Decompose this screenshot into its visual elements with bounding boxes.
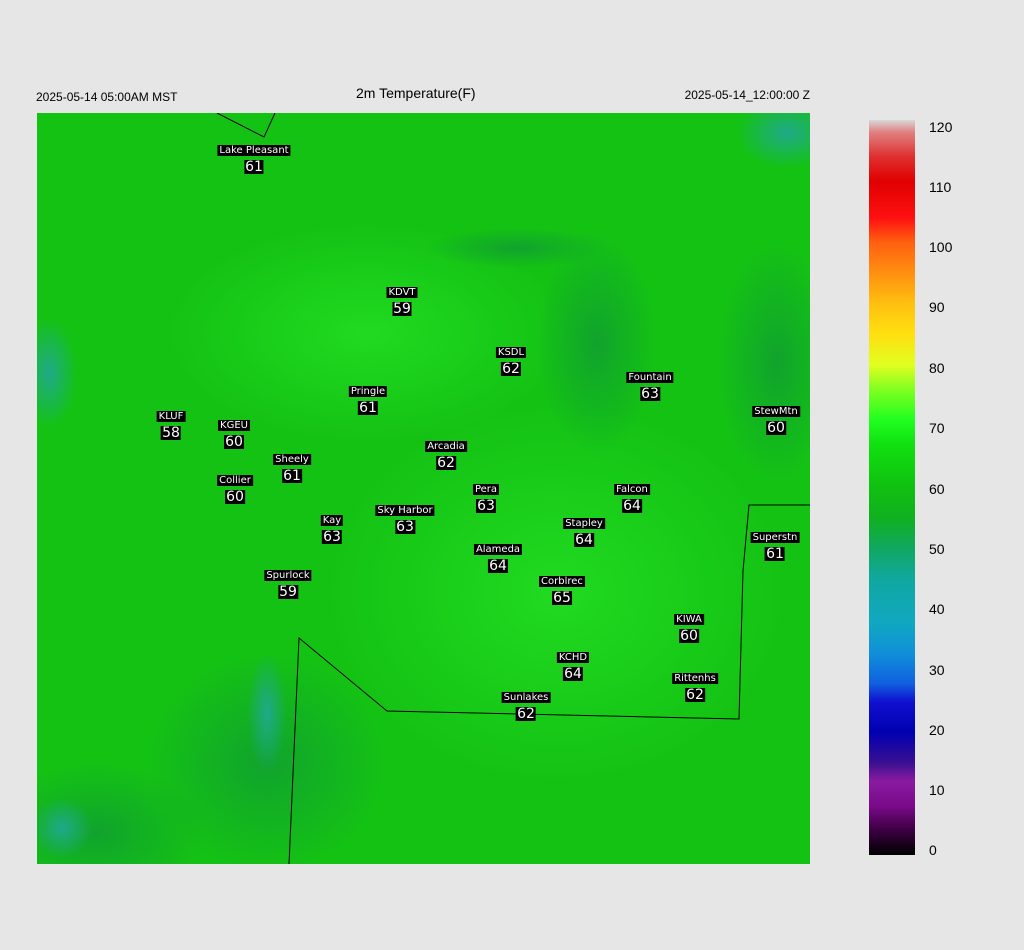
teal-area (247, 653, 287, 773)
station-marker: KCHD 64 (556, 647, 590, 682)
station-name: KDVT (386, 287, 418, 298)
station-name: Rittenhs (672, 673, 718, 684)
station-value: 63 (322, 529, 342, 545)
station-name: Spurlock (264, 570, 312, 581)
colorbar-tick: 40 (929, 601, 945, 617)
station-name: Pera (472, 484, 500, 495)
station-marker: KGEU 60 (218, 415, 250, 449)
station-name: Alameda (473, 544, 523, 555)
station-name: Kay (320, 515, 344, 526)
station-value: 64 (488, 558, 508, 574)
colorbar-tick: 20 (929, 722, 945, 738)
station-marker: Fountain 63 (626, 367, 674, 402)
station-name: Pringle (348, 386, 388, 397)
station-name: Stapley (563, 518, 605, 529)
station-name: KSDL (495, 347, 527, 358)
station-value: 63 (395, 519, 415, 535)
station-value: 63 (640, 386, 660, 402)
station-marker: Kay 63 (320, 510, 344, 545)
station-value: 62 (501, 361, 521, 377)
local-time-label: 2025-05-14 05:00AM MST (36, 90, 178, 104)
station-marker: Corblrec 65 (539, 571, 585, 605)
station-marker: Collier 60 (217, 470, 253, 504)
station-value: 65 (552, 590, 572, 606)
colorbar-tick: 50 (929, 541, 945, 557)
station-marker: KSDL 62 (495, 342, 527, 377)
station-value: 60 (224, 434, 244, 450)
colorbar-tick: 90 (929, 299, 945, 315)
colorbar-tick: 0 (929, 842, 937, 858)
station-marker: KLUF 58 (156, 406, 186, 441)
colorbar-tick: 70 (929, 420, 945, 436)
station-name: KIWA (674, 614, 704, 625)
station-value: 62 (436, 455, 456, 471)
station-value: 59 (278, 584, 298, 600)
map-title: 2m Temperature(F) (356, 85, 476, 101)
station-name: Fountain (626, 372, 674, 383)
station-name: Sheely (273, 454, 311, 465)
station-marker: Rittenhs 62 (672, 668, 718, 702)
station-name: Falcon (614, 484, 650, 495)
station-name: StewMtn (752, 406, 800, 417)
station-name: KLUF (156, 411, 186, 422)
station-value: 61 (765, 546, 785, 562)
station-name: Arcadia (425, 441, 467, 452)
station-name: KGEU (218, 420, 250, 431)
station-marker: Pera 63 (472, 479, 500, 514)
station-name: KCHD (556, 652, 590, 663)
station-name: Superstn (750, 532, 800, 543)
temperature-map (37, 113, 810, 864)
station-value: 63 (476, 498, 496, 514)
station-marker: Spurlock 59 (264, 565, 312, 600)
colorbar-tick: 110 (929, 179, 952, 195)
station-name: Lake Pleasant (217, 145, 291, 156)
station-value: 62 (516, 706, 536, 722)
station-value: 60 (679, 628, 699, 644)
station-value: 61 (358, 400, 378, 416)
colorbar-tick: 30 (929, 662, 945, 678)
colorbar-tick: 100 (929, 239, 953, 255)
station-value: 64 (574, 532, 594, 548)
station-marker: Sheely 61 (273, 449, 311, 483)
station-marker: Superstn 61 (750, 527, 800, 562)
colorbar-tick: 60 (929, 481, 945, 497)
station-marker: Pringle 61 (348, 381, 388, 416)
station-value: 61 (244, 159, 264, 175)
station-marker: Stapley 64 (563, 513, 605, 547)
colorbar (869, 120, 915, 855)
station-name: Corblrec (539, 576, 585, 587)
colorbar-tick: 10 (929, 782, 945, 798)
station-value: 62 (685, 687, 705, 703)
station-name: Sunlakes (501, 692, 551, 703)
station-value: 61 (282, 468, 302, 484)
station-marker: StewMtn 60 (752, 401, 800, 435)
station-name: Sky Harbor (375, 505, 435, 516)
colorbar-tick: 80 (929, 360, 945, 376)
teal-area (427, 228, 607, 268)
colorbar-tick: 120 (929, 119, 953, 135)
station-value: 59 (392, 301, 412, 317)
station-marker: KIWA 60 (674, 609, 704, 643)
station-name: Collier (217, 475, 253, 486)
station-value: 60 (225, 489, 245, 505)
station-marker: Lake Pleasant 61 (217, 140, 291, 175)
station-marker: Sunlakes 62 (501, 687, 551, 722)
station-value: 60 (766, 420, 786, 436)
station-value: 58 (161, 425, 181, 441)
station-marker: Alameda 64 (473, 539, 523, 574)
station-value: 64 (563, 666, 583, 682)
station-marker: Falcon 64 (614, 479, 650, 513)
station-marker: Sky Harbor 63 (375, 500, 435, 535)
station-marker: Arcadia 62 (425, 436, 467, 470)
station-value: 64 (622, 498, 642, 514)
valid-time-label: 2025-05-14_12:00:00 Z (684, 88, 810, 102)
station-marker: KDVT 59 (386, 282, 418, 317)
